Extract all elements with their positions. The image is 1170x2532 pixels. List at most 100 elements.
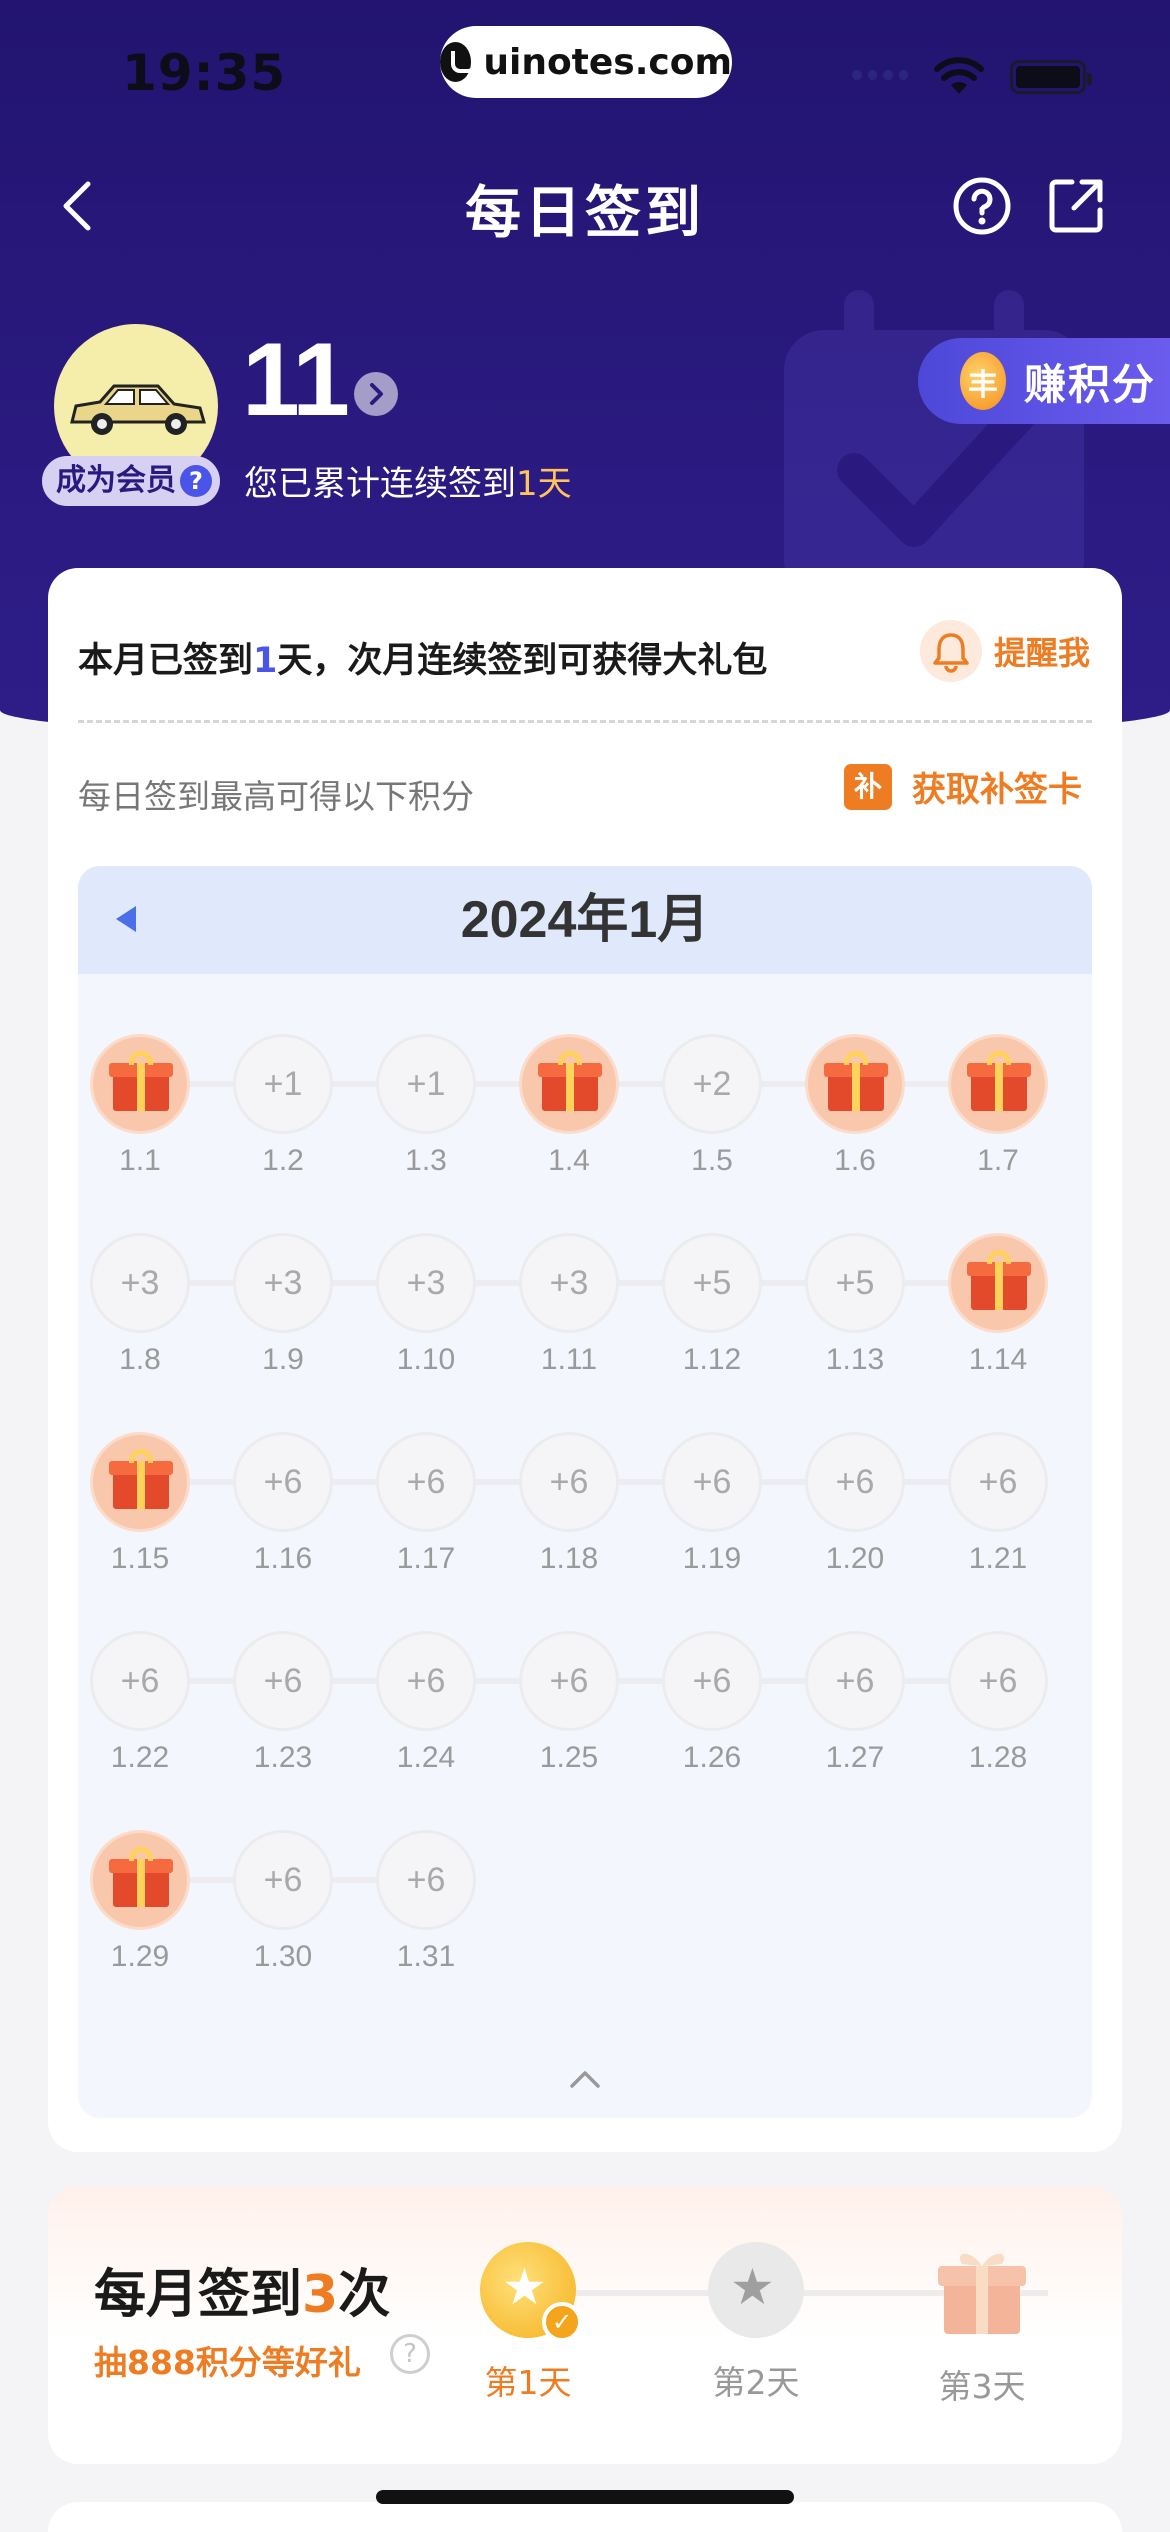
day-date: 1.9 xyxy=(262,1343,304,1376)
points-info-text: 每日签到最高可得以下积分 xyxy=(78,777,474,816)
collapse-chevron-up-icon[interactable] xyxy=(568,2062,602,2096)
day-date: 1.6 xyxy=(834,1144,876,1177)
day-date: 1.12 xyxy=(682,1343,742,1376)
calendar-day[interactable]: +6 1.26 xyxy=(652,1631,772,1781)
help-icon[interactable] xyxy=(952,176,1012,236)
day-reward: +6 xyxy=(233,1432,333,1532)
day-reward: +6 xyxy=(376,1631,476,1731)
bonus-title-prefix: 每月签到 xyxy=(94,2265,303,2325)
streak-description: 您已累计连续签到1天 xyxy=(244,456,572,505)
day-reward: +6 xyxy=(948,1432,1048,1532)
previous-month-icon[interactable] xyxy=(116,906,136,932)
calendar-day[interactable]: +3 1.10 xyxy=(366,1233,486,1383)
calendar-day[interactable]: +6 1.28 xyxy=(938,1631,1058,1781)
calendar-day[interactable]: +5 1.12 xyxy=(652,1233,772,1383)
calendar-day[interactable]: 1.1 xyxy=(80,1034,200,1184)
day-date: 1.31 xyxy=(396,1940,456,1973)
calendar-day[interactable]: +1 1.3 xyxy=(366,1034,486,1184)
makeup-card-label: 获取补签卡 xyxy=(912,770,1082,810)
calendar-day[interactable]: +1 1.2 xyxy=(223,1034,343,1184)
monthly-bonus-title: 每月签到3次 xyxy=(94,2252,390,2327)
bell-icon xyxy=(920,620,982,682)
gift-icon xyxy=(90,1432,190,1532)
calendar-day[interactable]: 1.4 xyxy=(509,1034,629,1184)
status-bar: 19:35 uinotes.com xyxy=(0,0,1170,150)
bonus-help-icon[interactable]: ? xyxy=(390,2334,430,2374)
summary-suffix: 天，次月连续签到可获得大礼包 xyxy=(277,641,768,681)
chevron-right-icon[interactable] xyxy=(354,372,398,416)
bonus-title-count: 3 xyxy=(302,2265,339,2325)
day-date: 1.21 xyxy=(968,1542,1028,1575)
day-date: 1.19 xyxy=(682,1542,742,1575)
summary-prefix: 本月已签到 xyxy=(78,641,254,681)
calendar-day[interactable]: 1.6 xyxy=(795,1034,915,1184)
calendar-day[interactable]: +6 1.23 xyxy=(223,1631,343,1781)
calendar-day[interactable]: +6 1.27 xyxy=(795,1631,915,1781)
monthly-sign-summary: 本月已签到1天，次月连续签到可获得大礼包 xyxy=(78,632,767,683)
bonus-step-label: 第2天 xyxy=(712,2363,800,2402)
calendar-day[interactable]: +6 1.18 xyxy=(509,1432,629,1582)
day-reward: +6 xyxy=(662,1631,762,1731)
day-reward: +2 xyxy=(662,1034,762,1134)
monthly-bonus-card: 每月签到3次 抽888积分等好礼 ? ★ ✓ 第1天 ★ 第2天 第3天 xyxy=(48,2186,1122,2464)
earn-points-button[interactable]: 赚积分 xyxy=(918,338,1170,424)
day-reward: +6 xyxy=(519,1432,619,1532)
become-member-badge[interactable]: 成为会员 ? xyxy=(42,456,220,506)
day-date: 1.18 xyxy=(539,1542,599,1575)
calendar-day[interactable]: +6 1.24 xyxy=(366,1631,486,1781)
share-icon[interactable] xyxy=(1046,176,1106,236)
calendar-day[interactable]: +3 1.9 xyxy=(223,1233,343,1383)
uinotes-logo-icon xyxy=(440,42,478,82)
day-date: 1.30 xyxy=(253,1940,313,1973)
remind-me-button[interactable]: 提醒我 xyxy=(920,620,1090,682)
calendar-day[interactable]: 1.14 xyxy=(938,1233,1058,1383)
calendar-header: 2024年1月 xyxy=(78,866,1092,974)
url-pill[interactable]: uinotes.com xyxy=(440,26,732,98)
summary-days: 1 xyxy=(253,641,278,681)
day-date: 1.26 xyxy=(682,1741,742,1774)
day-reward: +6 xyxy=(376,1830,476,1930)
day-date: 1.15 xyxy=(110,1542,170,1575)
day-reward: +6 xyxy=(519,1631,619,1731)
calendar-day[interactable]: +6 1.19 xyxy=(652,1432,772,1582)
bonus-title-suffix: 次 xyxy=(338,2265,391,2325)
day-date: 1.3 xyxy=(405,1144,447,1177)
calendar-day[interactable]: +6 1.22 xyxy=(80,1631,200,1781)
calendar-day[interactable]: +3 1.11 xyxy=(509,1233,629,1383)
next-card xyxy=(48,2502,1122,2532)
day-date: 1.5 xyxy=(691,1144,733,1177)
day-date: 1.2 xyxy=(262,1144,304,1177)
calendar-day[interactable]: +2 1.5 xyxy=(652,1034,772,1184)
day-date: 1.22 xyxy=(110,1741,170,1774)
calendar-day[interactable]: +6 1.31 xyxy=(366,1830,486,1980)
sign-in-card: 本月已签到1天，次月连续签到可获得大礼包 提醒我 每日签到最高可得以下积分 补 … xyxy=(48,568,1122,2152)
day-date: 1.24 xyxy=(396,1741,456,1774)
day-reward: +1 xyxy=(376,1034,476,1134)
day-date: 1.11 xyxy=(540,1343,598,1376)
member-help-icon[interactable]: ? xyxy=(180,465,212,497)
get-makeup-card-button[interactable]: 补 获取补签卡 xyxy=(844,762,1082,811)
calendar-day[interactable]: +6 1.21 xyxy=(938,1432,1058,1582)
day-reward: +6 xyxy=(376,1432,476,1532)
coin-icon xyxy=(960,352,1006,410)
star-coin-icon: ★ xyxy=(708,2242,804,2338)
calendar-day[interactable]: +6 1.16 xyxy=(223,1432,343,1582)
calendar-day[interactable]: +6 1.20 xyxy=(795,1432,915,1582)
streak-count: 11 xyxy=(242,322,350,438)
calendar-day[interactable]: +6 1.17 xyxy=(366,1432,486,1582)
calendar-day[interactable]: 1.15 xyxy=(80,1432,200,1582)
day-reward: +6 xyxy=(805,1432,905,1532)
calendar-day[interactable]: 1.7 xyxy=(938,1034,1058,1184)
calendar-day[interactable]: +5 1.13 xyxy=(795,1233,915,1383)
star-coin-icon: ★ ✓ xyxy=(480,2242,582,2342)
cellular-signal-icon xyxy=(852,70,908,84)
url-text: uinotes.com xyxy=(483,41,732,83)
calendar-day[interactable]: +3 1.8 xyxy=(80,1233,200,1383)
gift-icon xyxy=(805,1034,905,1134)
wifi-icon xyxy=(934,57,984,94)
calendar-day[interactable]: +6 1.30 xyxy=(223,1830,343,1980)
calendar-day[interactable]: 1.29 xyxy=(80,1830,200,1980)
calendar-day[interactable]: +6 1.25 xyxy=(509,1631,629,1781)
earn-points-label: 赚积分 xyxy=(1024,359,1157,409)
day-reward: +6 xyxy=(233,1830,333,1930)
